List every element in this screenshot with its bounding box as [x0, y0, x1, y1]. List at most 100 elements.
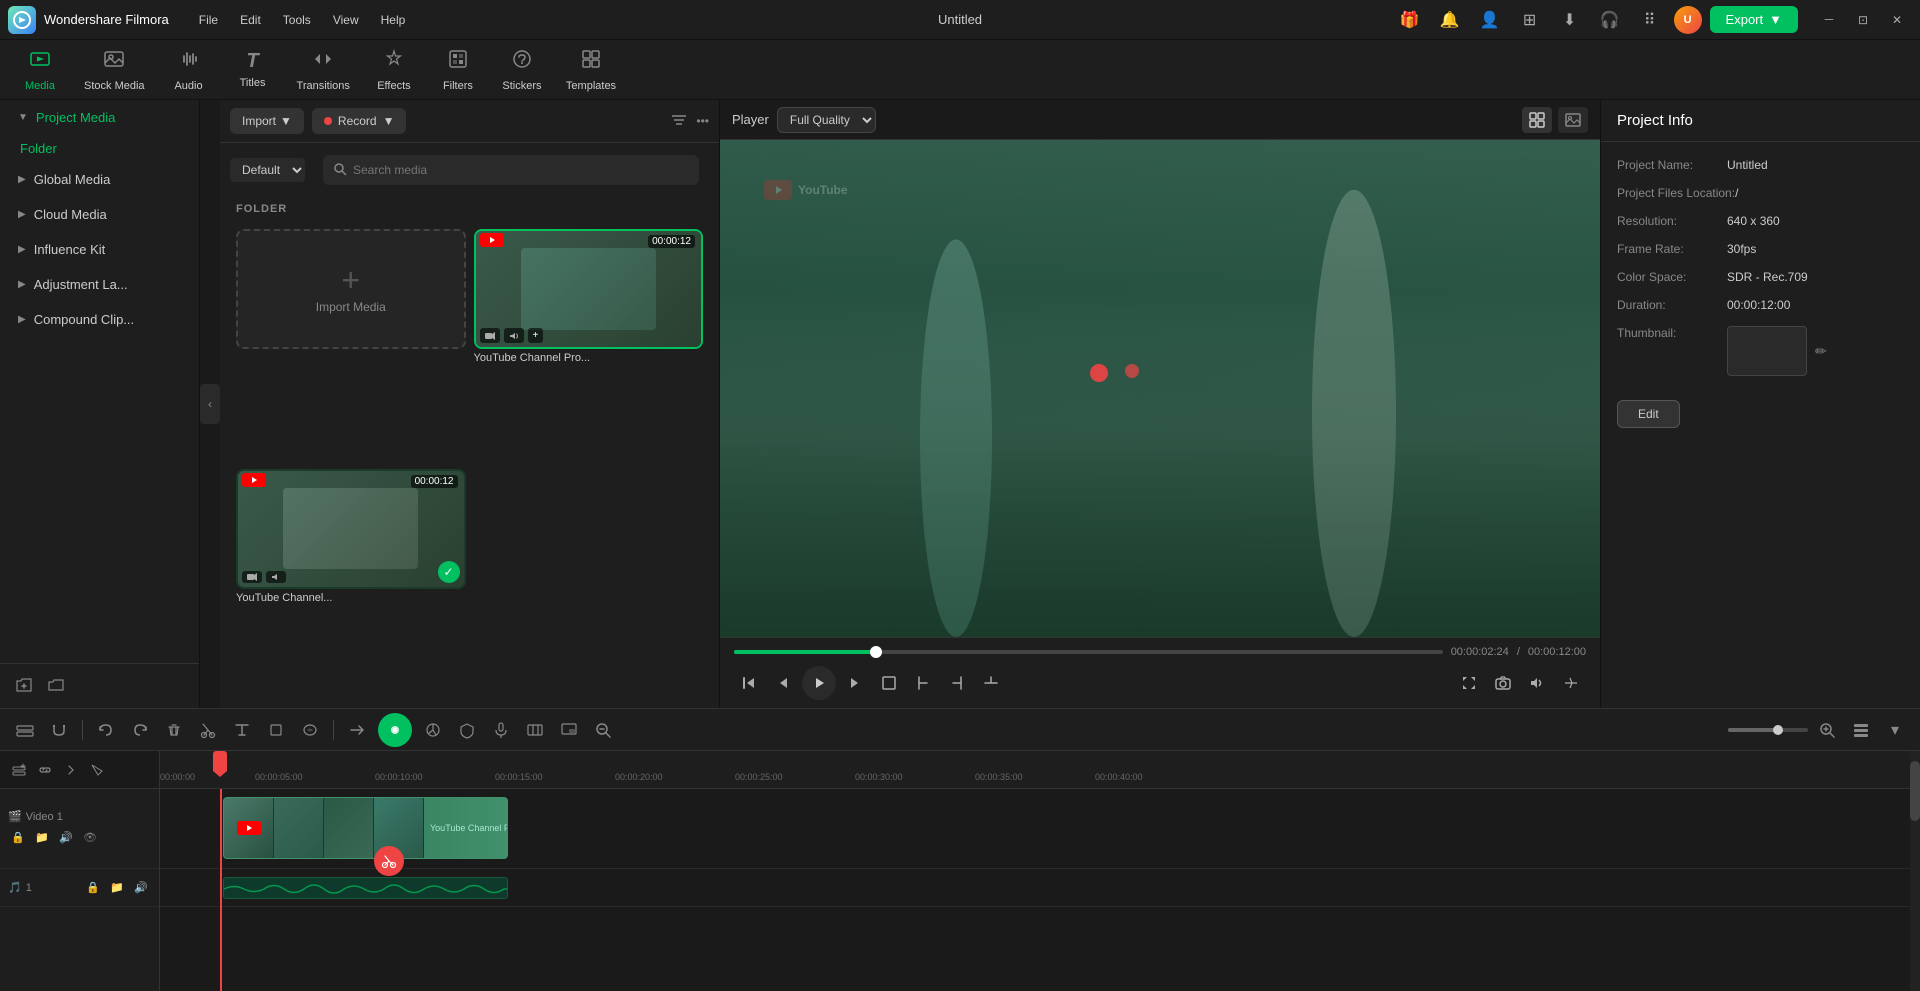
menu-view[interactable]: View	[323, 9, 369, 31]
menu-file[interactable]: File	[189, 9, 228, 31]
track-lock-button[interactable]: 🔒	[8, 827, 28, 847]
headset-icon[interactable]: 🎧	[1594, 4, 1626, 36]
video-clip[interactable]: YouTube Channel Promotion Free Re...	[223, 797, 508, 859]
frame-back-button[interactable]	[768, 668, 798, 698]
toolbar-media[interactable]: Media	[10, 42, 70, 98]
razor-button[interactable]	[86, 759, 108, 781]
mask-button[interactable]	[295, 715, 325, 745]
close-button[interactable]: ✕	[1882, 5, 1912, 35]
toolbar-stock-media[interactable]: Stock Media	[74, 42, 155, 98]
search-input[interactable]	[353, 163, 689, 177]
clip-button[interactable]	[976, 668, 1006, 698]
sidebar-item-adjustment[interactable]: ▶ Adjustment La...	[6, 269, 193, 300]
notification-icon[interactable]: 🔔	[1434, 4, 1466, 36]
new-folder-button[interactable]	[10, 672, 38, 700]
image-view-button[interactable]	[1558, 107, 1588, 133]
import-media-item[interactable]: + Import Media	[236, 229, 466, 461]
more-options-icon[interactable]: •••	[696, 114, 709, 128]
toolbar-filters[interactable]: Filters	[428, 42, 488, 98]
shield-button[interactable]	[452, 715, 482, 745]
expand-button[interactable]	[1454, 668, 1484, 698]
sidebar-item-influence-kit[interactable]: ▶ Influence Kit	[6, 234, 193, 265]
record-button[interactable]: Record ▼	[312, 108, 407, 134]
track-folder-button[interactable]: 📁	[32, 827, 52, 847]
import-button[interactable]: Import ▼	[230, 108, 304, 134]
fullscreen-button[interactable]	[874, 668, 904, 698]
minus-zoom-button[interactable]	[588, 715, 618, 745]
sidebar-item-compound[interactable]: ▶ Compound Clip...	[6, 304, 193, 335]
menu-edit[interactable]: Edit	[230, 9, 271, 31]
audio-folder-button[interactable]: 📁	[107, 878, 127, 898]
timeline-scrollbar-thumb[interactable]	[1910, 761, 1920, 821]
undo-button[interactable]	[91, 715, 121, 745]
edit-button[interactable]: Edit	[1617, 400, 1680, 428]
media-item-2[interactable]: 00:00:12 ✓ YouTube Channel...	[236, 469, 466, 701]
mark-out-button[interactable]	[942, 668, 972, 698]
menu-help[interactable]: Help	[371, 9, 416, 31]
grid-view-button[interactable]	[1522, 107, 1552, 133]
redo-button[interactable]	[125, 715, 155, 745]
split-button[interactable]	[60, 759, 82, 781]
delete-button[interactable]	[159, 715, 189, 745]
add-video-track-button[interactable]	[8, 759, 30, 781]
profile-icon[interactable]: 👤	[1474, 4, 1506, 36]
timeline-settings-button[interactable]: ▾	[1880, 715, 1910, 745]
settings-button[interactable]	[1556, 668, 1586, 698]
sidebar-item-project-media[interactable]: ▼ Project Media	[6, 102, 193, 133]
toolbar-stickers[interactable]: Stickers	[492, 42, 552, 98]
download-icon[interactable]: ⬇	[1554, 4, 1586, 36]
filter-icon[interactable]	[670, 111, 688, 132]
skip-back-button[interactable]	[734, 668, 764, 698]
media-item-1[interactable]: 00:00:12 + YouTube Channel Pro...	[474, 229, 704, 461]
open-folder-button[interactable]	[42, 672, 70, 700]
timeline-scrollbar[interactable]	[1910, 751, 1920, 991]
split-indicator[interactable]	[374, 846, 404, 876]
grid-icon[interactable]: ⠿	[1634, 4, 1666, 36]
audio-mute-button[interactable]: 🔊	[131, 878, 151, 898]
zoom-track[interactable]	[1728, 728, 1808, 732]
track-eye-button[interactable]: 👁	[80, 827, 100, 847]
mark-in-button[interactable]	[908, 668, 938, 698]
export-button[interactable]: Export ▼	[1710, 6, 1798, 33]
player-progress-bar[interactable]	[734, 650, 1443, 654]
audio-lock-button[interactable]: 🔒	[83, 878, 103, 898]
add-track-button[interactable]	[10, 715, 40, 745]
gift-icon[interactable]: 🎁	[1394, 4, 1426, 36]
timeline-layout-button[interactable]	[1846, 715, 1876, 745]
minimize-button[interactable]: －	[1814, 5, 1844, 35]
maximize-button[interactable]: ⊡	[1848, 5, 1878, 35]
text-button[interactable]	[227, 715, 257, 745]
crop-button[interactable]	[261, 715, 291, 745]
edit-thumbnail-icon[interactable]: ✏	[1815, 343, 1827, 360]
track-volume-button[interactable]: 🔊	[56, 827, 76, 847]
toolbar-transitions[interactable]: Transitions	[287, 42, 360, 98]
menu-tools[interactable]: Tools	[273, 9, 321, 31]
volume-button[interactable]	[1522, 668, 1552, 698]
ripple-button[interactable]	[342, 715, 372, 745]
magnet-button[interactable]	[44, 715, 74, 745]
sidebar-item-cloud-media[interactable]: ▶ Cloud Media	[6, 199, 193, 230]
storyboard-button[interactable]	[520, 715, 550, 745]
player-progress-thumb[interactable]	[870, 646, 882, 658]
layout-icon[interactable]: ⊞	[1514, 4, 1546, 36]
mic-button[interactable]	[486, 715, 516, 745]
smart-button[interactable]	[378, 713, 412, 747]
link-button[interactable]	[34, 759, 56, 781]
toolbar-effects[interactable]: Effects	[364, 42, 424, 98]
sort-select[interactable]: Default	[230, 158, 305, 182]
user-avatar[interactable]: U	[1674, 6, 1702, 34]
sidebar-item-global-media[interactable]: ▶ Global Media	[6, 164, 193, 195]
sidebar-folder[interactable]: Folder	[0, 135, 199, 162]
play-button[interactable]	[802, 666, 836, 700]
quality-select[interactable]: Full Quality	[777, 107, 876, 133]
toolbar-titles[interactable]: T Titles	[223, 44, 283, 95]
player-tab[interactable]: Player	[732, 112, 769, 127]
audio-clip[interactable]	[223, 877, 508, 899]
cut-button[interactable]	[193, 715, 223, 745]
color-wheel-button[interactable]	[418, 715, 448, 745]
plus-zoom-button[interactable]	[1812, 715, 1842, 745]
frame-forward-button[interactable]	[840, 668, 870, 698]
picture-in-picture-button[interactable]	[554, 715, 584, 745]
toolbar-templates[interactable]: Templates	[556, 42, 626, 98]
snapshot-button[interactable]	[1488, 668, 1518, 698]
